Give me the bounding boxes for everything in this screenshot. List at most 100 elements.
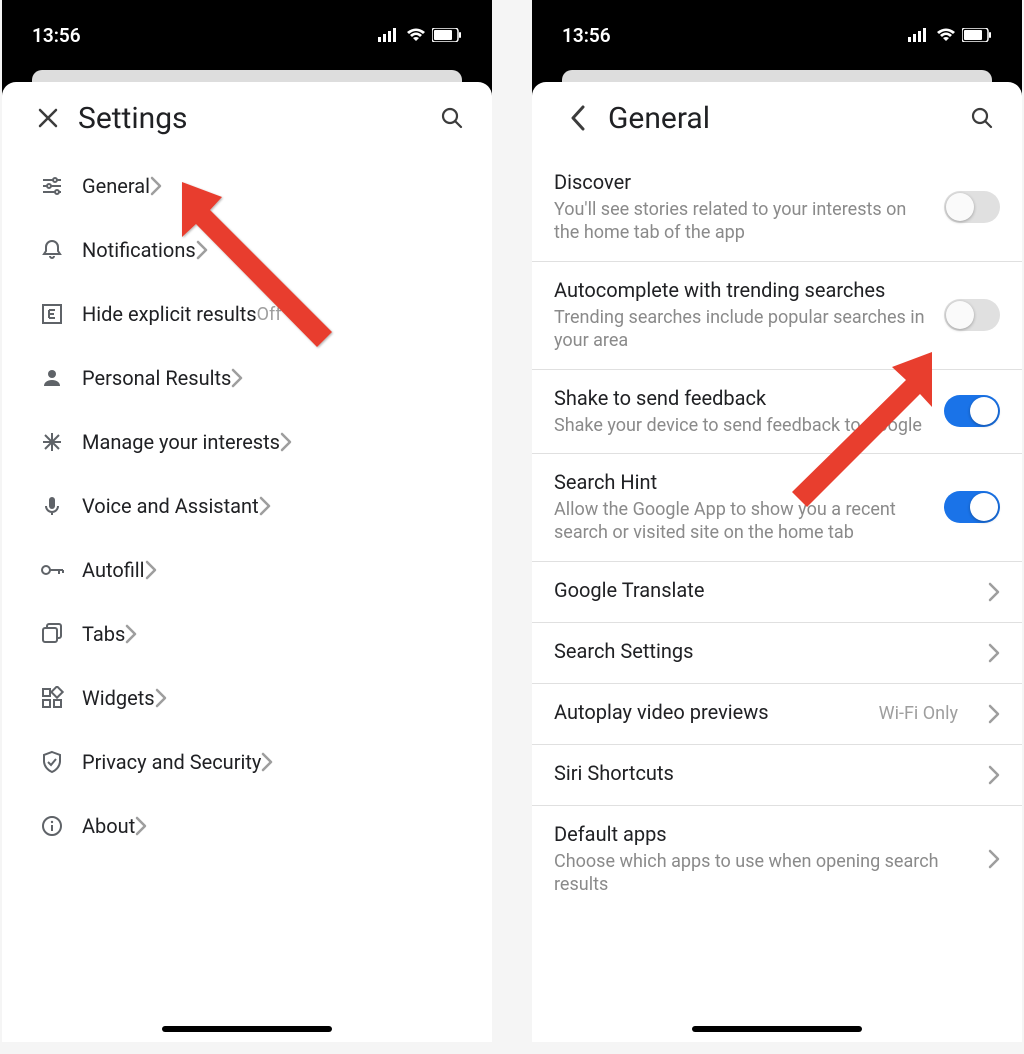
row-title: Autoplay video previews — [554, 700, 863, 724]
header-title: General — [608, 101, 964, 136]
general-item-default-apps[interactable]: Default apps Choose which apps to use wh… — [532, 806, 1022, 913]
settings-item-interests[interactable]: Manage your interests — [2, 410, 492, 474]
person-icon — [38, 364, 66, 392]
sliders-icon — [38, 172, 66, 200]
asterisk-icon — [38, 428, 66, 456]
general-item-siri[interactable]: Siri Shortcuts — [532, 745, 1022, 806]
general-item-autoplay[interactable]: Autoplay video previews Wi-Fi Only — [532, 684, 1022, 745]
chevron-right-icon — [261, 752, 273, 772]
general-item-translate[interactable]: Google Translate — [532, 562, 1022, 623]
wifi-icon — [936, 28, 956, 42]
settings-item-hide-explicit[interactable]: Hide explicit resultsOff — [2, 282, 492, 346]
status-icons — [378, 28, 462, 42]
row-title: Google Translate — [554, 578, 972, 602]
toggle-discover[interactable] — [944, 191, 1000, 223]
settings-item-notifications[interactable]: Notifications — [2, 218, 492, 282]
row-sub: Allow the Google App to show you a recen… — [554, 498, 928, 545]
row-label: Voice and Assistant — [82, 494, 259, 518]
tabs-icon — [38, 620, 66, 648]
chevron-right-icon — [988, 704, 1000, 724]
widgets-icon — [38, 684, 66, 712]
row-label: Autofill — [82, 558, 145, 582]
row-label: General — [82, 174, 150, 198]
row-title: Default apps — [554, 822, 972, 846]
cellular-icon — [378, 28, 400, 42]
explicit-icon — [38, 300, 66, 328]
settings-item-about[interactable]: About — [2, 794, 492, 858]
general-item-autocomplete[interactable]: Autocomplete with trending searches Tren… — [532, 262, 1022, 370]
chevron-right-icon — [150, 176, 162, 196]
general-item-search-settings[interactable]: Search Settings — [532, 623, 1022, 684]
row-title: Shake to send feedback — [554, 386, 928, 410]
chevron-right-icon — [231, 368, 243, 388]
search-button[interactable] — [964, 100, 1000, 136]
status-bar: 13:56 — [2, 0, 492, 70]
row-label: Manage your interests — [82, 430, 280, 454]
chevron-right-icon — [135, 816, 147, 836]
search-icon — [970, 106, 994, 130]
toggle-search-hint[interactable] — [944, 491, 1000, 523]
chevron-right-icon — [155, 688, 167, 708]
battery-icon — [962, 28, 992, 42]
settings-item-privacy[interactable]: Privacy and Security — [2, 730, 492, 794]
chevron-right-icon — [988, 849, 1000, 869]
row-sub: Trending searches include popular search… — [554, 306, 928, 353]
background-tab-peek — [562, 70, 992, 82]
general-item-discover[interactable]: Discover You'll see stories related to y… — [532, 154, 1022, 262]
settings-item-autofill[interactable]: Autofill — [2, 538, 492, 602]
row-title: Search Hint — [554, 470, 928, 494]
status-time: 13:56 — [32, 24, 81, 47]
row-label: Privacy and Security — [82, 750, 261, 774]
back-button[interactable] — [560, 100, 596, 136]
bell-icon — [38, 236, 66, 264]
general-sheet: General Discover You'll see stories rela… — [532, 82, 1022, 1042]
chevron-right-icon — [988, 643, 1000, 663]
mic-icon — [38, 492, 66, 520]
chevron-right-icon — [988, 765, 1000, 785]
chevron-right-icon — [280, 432, 292, 452]
wifi-icon — [406, 28, 426, 42]
row-label: Notifications — [82, 238, 196, 262]
row-label: Tabs — [82, 622, 125, 646]
chevron-right-icon — [259, 496, 271, 516]
settings-sheet: Settings General Notifications — [2, 82, 492, 1042]
search-button[interactable] — [434, 100, 470, 136]
phone-left: 13:56 Settings General — [2, 0, 492, 1042]
header-title: Settings — [78, 101, 434, 136]
settings-item-voice[interactable]: Voice and Assistant — [2, 474, 492, 538]
settings-item-general[interactable]: General — [2, 154, 492, 218]
row-title: Autocomplete with trending searches — [554, 278, 928, 302]
row-title: Siri Shortcuts — [554, 761, 972, 785]
chevron-right-icon — [125, 624, 137, 644]
status-time: 13:56 — [562, 24, 611, 47]
settings-list: General Notifications Hide explicit resu… — [2, 154, 492, 858]
toggle-autocomplete[interactable] — [944, 299, 1000, 331]
home-indicator — [692, 1026, 862, 1032]
row-label: About — [82, 814, 135, 838]
row-label: Hide explicit results — [82, 302, 257, 326]
settings-item-personal-results[interactable]: Personal Results — [2, 346, 492, 410]
general-item-search-hint[interactable]: Search Hint Allow the Google App to show… — [532, 454, 1022, 562]
row-sub: Shake your device to send feedback to Go… — [554, 414, 928, 437]
settings-item-widgets[interactable]: Widgets — [2, 666, 492, 730]
status-icons — [908, 28, 992, 42]
row-value: Off — [257, 304, 282, 325]
general-list: Discover You'll see stories related to y… — [532, 154, 1022, 913]
general-item-shake[interactable]: Shake to send feedback Shake your device… — [532, 370, 1022, 454]
key-icon — [38, 556, 66, 584]
general-header: General — [532, 82, 1022, 154]
home-indicator — [162, 1026, 332, 1032]
chevron-right-icon — [196, 240, 208, 260]
status-bar: 13:56 — [532, 0, 1022, 70]
row-title: Search Settings — [554, 639, 972, 663]
background-tab-peek — [32, 70, 462, 82]
close-button[interactable] — [30, 100, 66, 136]
toggle-shake[interactable] — [944, 395, 1000, 427]
row-sub: You'll see stories related to your inter… — [554, 198, 928, 245]
row-sub: Choose which apps to use when opening se… — [554, 850, 972, 897]
settings-item-tabs[interactable]: Tabs — [2, 602, 492, 666]
chevron-left-icon — [570, 105, 586, 131]
shield-icon — [38, 748, 66, 776]
phone-right: 13:56 General Discover You'll see storie… — [532, 0, 1022, 1042]
row-value: Wi-Fi Only — [879, 703, 958, 724]
